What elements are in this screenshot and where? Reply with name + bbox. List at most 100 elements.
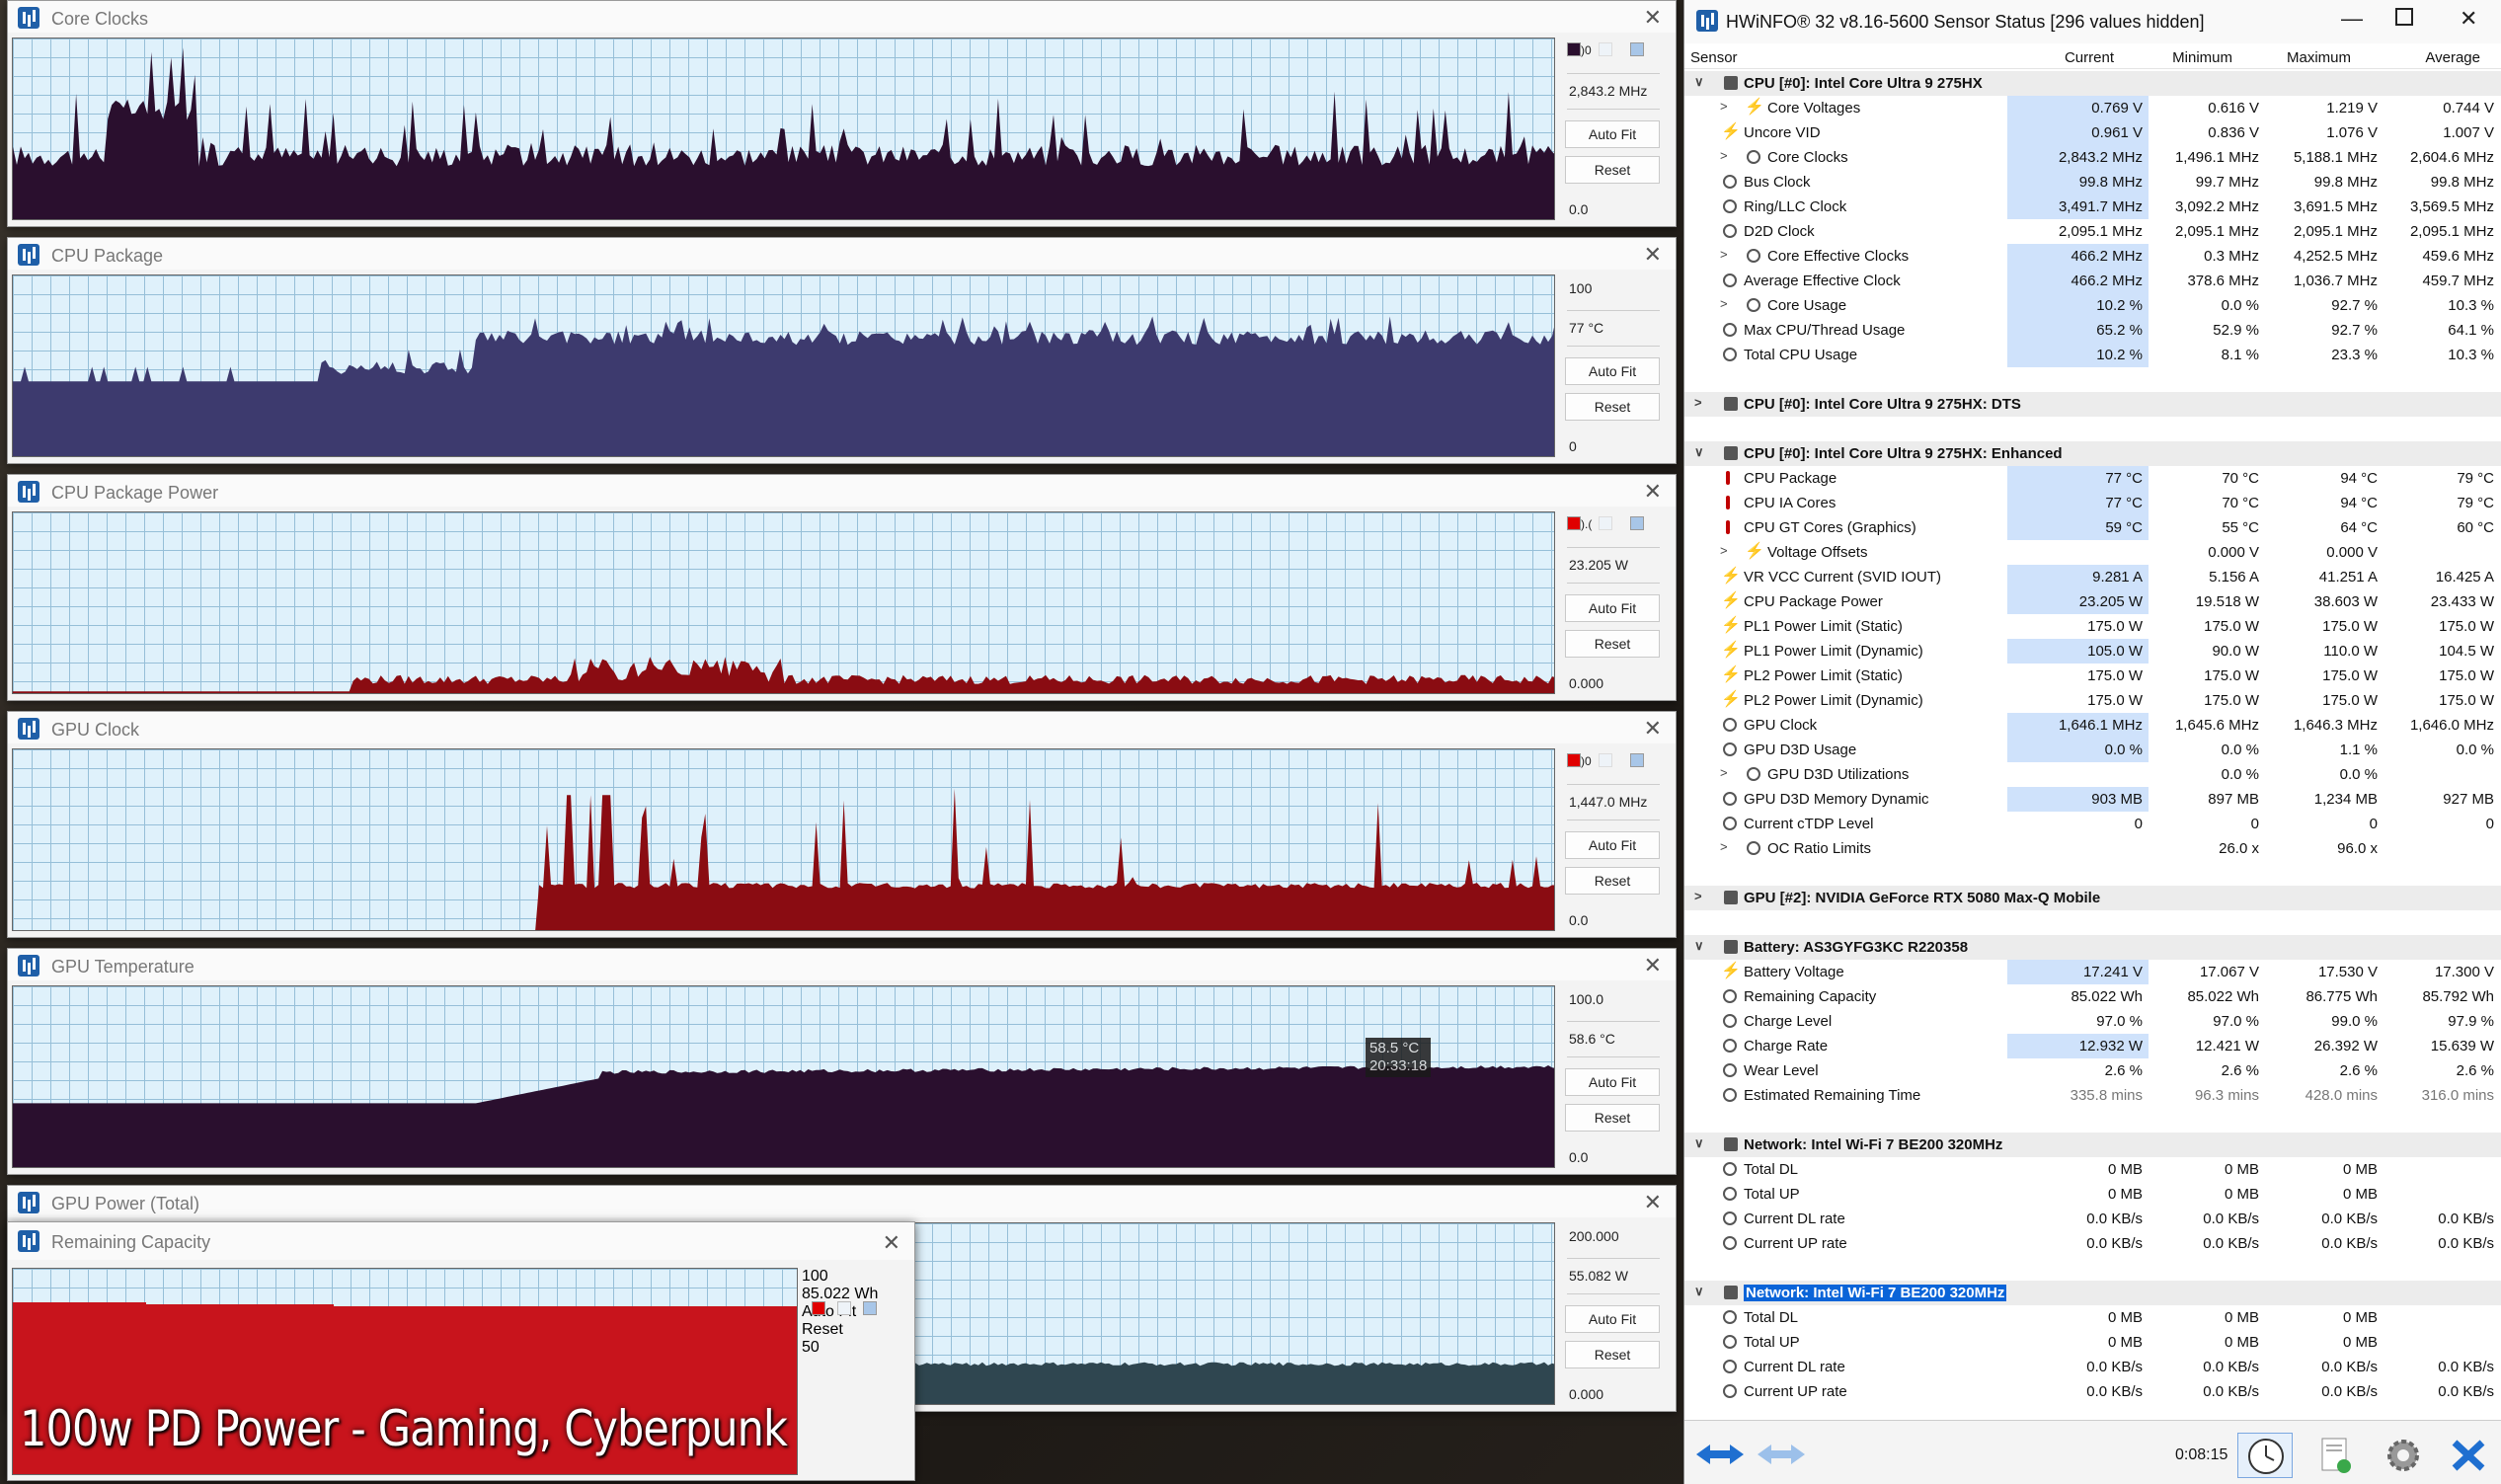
sensor-row[interactable]: CPU IA Cores 77 °C 70 °C 94 °C 79 °C — [1684, 491, 2501, 515]
reset-button[interactable]: Reset — [1565, 1104, 1660, 1132]
sensor-row[interactable]: > Voltage Offsets 0.000 V 0.000 V — [1684, 540, 2501, 565]
close-icon[interactable]: ✕ — [1644, 479, 1662, 505]
column-maximum[interactable]: Maximum — [2287, 49, 2351, 66]
series-style-swatch[interactable] — [1599, 753, 1612, 767]
series-color-swatch[interactable] — [812, 1301, 825, 1315]
reset-button[interactable]: Reset — [1565, 867, 1660, 895]
close-icon[interactable]: ✕ — [1644, 953, 1662, 978]
sensor-row[interactable]: Charge Level 97.0 % 97.0 % 99.0 % 97.9 % — [1684, 1009, 2501, 1034]
expand-toggle-icon[interactable]: ∨ — [1694, 74, 1706, 90]
close-icon[interactable]: ✕ — [2460, 6, 2477, 32]
series-style-swatch[interactable] — [1599, 516, 1612, 530]
series-style-swatch[interactable] — [1599, 42, 1612, 56]
expand-toggle-icon[interactable]: > — [1720, 148, 1732, 163]
expand-toggle-icon[interactable]: ∨ — [1694, 444, 1706, 460]
close-icon[interactable]: ✕ — [883, 1230, 900, 1256]
sensor-row[interactable]: Current DL rate 0.0 KB/s 0.0 KB/s 0.0 KB… — [1684, 1207, 2501, 1231]
column-sensor[interactable]: Sensor — [1690, 49, 1738, 66]
column-minimum[interactable]: Minimum — [2172, 49, 2232, 66]
sensor-row[interactable]: Remaining Capacity 85.022 Wh 85.022 Wh 8… — [1684, 984, 2501, 1009]
auto-fit-button[interactable]: Auto Fit — [1565, 594, 1660, 622]
sensor-status-window[interactable]: HWiNFO® 32 v8.16-5600 Sensor Status [296… — [1683, 0, 2501, 1484]
series-grid-swatch[interactable] — [1630, 753, 1644, 767]
column-current[interactable]: Current — [2065, 49, 2114, 66]
expand-toggle-icon[interactable]: > — [1720, 247, 1732, 262]
expand-toggle-icon[interactable]: > — [1720, 543, 1732, 558]
series-grid-swatch[interactable] — [1630, 42, 1644, 56]
sensor-row[interactable]: Current UP rate 0.0 KB/s 0.0 KB/s 0.0 KB… — [1684, 1379, 2501, 1404]
sensor-row[interactable]: PL2 Power Limit (Static) 175.0 W 175.0 W… — [1684, 664, 2501, 688]
sensor-row[interactable]: Ring/LLC Clock 3,491.7 MHz 3,092.2 MHz 3… — [1684, 195, 2501, 219]
expand-toggle-icon[interactable]: > — [1720, 296, 1732, 311]
report-icon[interactable] — [2306, 1433, 2362, 1478]
sensor-row[interactable]: > Core Effective Clocks 466.2 MHz 0.3 MH… — [1684, 244, 2501, 269]
reset-button[interactable]: Reset — [802, 1321, 910, 1339]
sensor-row[interactable]: Total UP 0 MB 0 MB 0 MB — [1684, 1182, 2501, 1207]
sensor-row[interactable]: PL2 Power Limit (Dynamic) 175.0 W 175.0 … — [1684, 688, 2501, 713]
graph-window[interactable]: GPU Clock ✕ )0 1,447.0 MHz Auto Fit Rese… — [7, 711, 1677, 938]
sensor-group-row[interactable]: ∨ Network: Intel Wi-Fi 7 BE200 320MHz — [1684, 1281, 2501, 1305]
sensor-row[interactable]: > GPU D3D Utilizations 0.0 % 0.0 % — [1684, 762, 2501, 787]
sensor-row[interactable]: Current cTDP Level 0 0 0 0 — [1684, 812, 2501, 836]
sensor-row[interactable]: Total UP 0 MB 0 MB 0 MB — [1684, 1330, 2501, 1355]
sensor-row[interactable]: GPU D3D Memory Dynamic 903 MB 897 MB 1,2… — [1684, 787, 2501, 812]
sensor-row[interactable]: GPU Clock 1,646.1 MHz 1,645.6 MHz 1,646.… — [1684, 713, 2501, 738]
sensor-row[interactable]: Uncore VID 0.961 V 0.836 V 1.076 V 1.007… — [1684, 120, 2501, 145]
sensor-row[interactable]: > Core Clocks 2,843.2 MHz 1,496.1 MHz 5,… — [1684, 145, 2501, 170]
sensor-row[interactable]: PL1 Power Limit (Static) 175.0 W 175.0 W… — [1684, 614, 2501, 639]
close-x-icon[interactable] — [2441, 1433, 2496, 1478]
window-titlebar[interactable]: Remaining Capacity ✕ — [8, 1222, 914, 1260]
sensor-row[interactable]: Estimated Remaining Time 335.8 mins 96.3… — [1684, 1083, 2501, 1108]
sensor-tree[interactable]: ∨ CPU [#0]: Intel Core Ultra 9 275HX > Co… — [1684, 71, 2501, 1404]
close-icon[interactable]: ✕ — [1644, 242, 1662, 268]
series-style-swatch[interactable] — [837, 1301, 851, 1315]
expand-toggle-icon[interactable]: > — [1720, 765, 1732, 780]
series-grid-swatch[interactable] — [1630, 516, 1644, 530]
expand-toggle-icon[interactable]: > — [1720, 99, 1732, 114]
sensor-group-row[interactable]: > CPU [#0]: Intel Core Ultra 9 275HX: DT… — [1684, 392, 2501, 417]
sensor-row[interactable]: GPU D3D Usage 0.0 % 0.0 % 1.1 % 0.0 % — [1684, 738, 2501, 762]
nav-arrows-icon[interactable] — [1692, 1433, 1748, 1478]
sensor-row[interactable]: Total DL 0 MB 0 MB 0 MB — [1684, 1305, 2501, 1330]
sensor-row[interactable]: Current DL rate 0.0 KB/s 0.0 KB/s 0.0 KB… — [1684, 1355, 2501, 1379]
auto-fit-button[interactable]: Auto Fit — [1565, 357, 1660, 385]
sensor-row[interactable]: Total DL 0 MB 0 MB 0 MB — [1684, 1157, 2501, 1182]
auto-fit-button[interactable]: Auto Fit — [1565, 120, 1660, 148]
window-titlebar[interactable]: GPU Clock ✕ — [8, 712, 1676, 743]
sensor-row[interactable]: Total CPU Usage 10.2 % 8.1 % 23.3 % 10.3… — [1684, 343, 2501, 367]
sensor-group-row[interactable]: ∨ CPU [#0]: Intel Core Ultra 9 275HX: En… — [1684, 441, 2501, 466]
auto-fit-button[interactable]: Auto Fit — [1565, 831, 1660, 859]
minimize-icon[interactable]: — — [2341, 6, 2363, 32]
sensor-group-row[interactable]: ∨ CPU [#0]: Intel Core Ultra 9 275HX — [1684, 71, 2501, 96]
graph-window[interactable]: GPU Temperature ✕ 58.5 °C 20:33:18 100.0 … — [7, 948, 1677, 1175]
sensor-group-row[interactable]: > GPU [#2]: NVIDIA GeForce RTX 5080 Max-… — [1684, 886, 2501, 910]
sensor-row[interactable]: D2D Clock 2,095.1 MHz 2,095.1 MHz 2,095.… — [1684, 219, 2501, 244]
sensor-row[interactable]: CPU Package Power 23.205 W 19.518 W 38.6… — [1684, 589, 2501, 614]
clock-reset-icon[interactable] — [2237, 1433, 2293, 1478]
auto-fit-button[interactable]: Auto Fit — [1565, 1305, 1660, 1333]
sensor-row[interactable]: > Core Usage 10.2 % 0.0 % 92.7 % 10.3 % — [1684, 293, 2501, 318]
graph-window[interactable]: CPU Package Power ✕ ).( 23.205 W Auto Fi… — [7, 474, 1677, 701]
series-color-swatch[interactable] — [1567, 753, 1581, 767]
sensor-row[interactable]: Current UP rate 0.0 KB/s 0.0 KB/s 0.0 KB… — [1684, 1231, 2501, 1256]
sensor-group-row[interactable]: ∨ Battery: AS3GYFG3KC R220358 — [1684, 935, 2501, 960]
close-icon[interactable]: ✕ — [1644, 1190, 1662, 1215]
series-grid-swatch[interactable] — [863, 1301, 877, 1315]
nav-arrows-disabled-icon[interactable] — [1754, 1433, 1809, 1478]
expand-toggle-icon[interactable]: > — [1694, 889, 1706, 903]
sensor-row[interactable]: Wear Level 2.6 % 2.6 % 2.6 % 2.6 % — [1684, 1058, 2501, 1083]
window-titlebar[interactable]: Core Clocks ✕ — [8, 1, 1676, 33]
series-color-swatch[interactable] — [1567, 42, 1581, 56]
graph-window[interactable]: CPU Package ✕ 100 77 °C Auto Fit Reset 0 — [7, 237, 1677, 464]
sensor-group-row[interactable]: ∨ Network: Intel Wi-Fi 7 BE200 320MHz — [1684, 1133, 2501, 1157]
graph-window[interactable]: Core Clocks ✕ )0 2,843.2 MHz Auto Fit Re… — [7, 0, 1677, 227]
sensor-row[interactable]: VR VCC Current (SVID IOUT) 9.281 A 5.156… — [1684, 565, 2501, 589]
sensor-row[interactable]: CPU GT Cores (Graphics) 59 °C 55 °C 64 °… — [1684, 515, 2501, 540]
window-titlebar[interactable]: GPU Temperature ✕ — [8, 949, 1676, 980]
close-icon[interactable]: ✕ — [1644, 5, 1662, 31]
sensor-row[interactable]: Average Effective Clock 466.2 MHz 378.6 … — [1684, 269, 2501, 293]
window-titlebar[interactable]: CPU Package Power ✕ — [8, 475, 1676, 507]
reset-button[interactable]: Reset — [1565, 630, 1660, 658]
maximize-icon[interactable] — [2395, 8, 2413, 26]
column-average[interactable]: Average — [2425, 49, 2480, 66]
